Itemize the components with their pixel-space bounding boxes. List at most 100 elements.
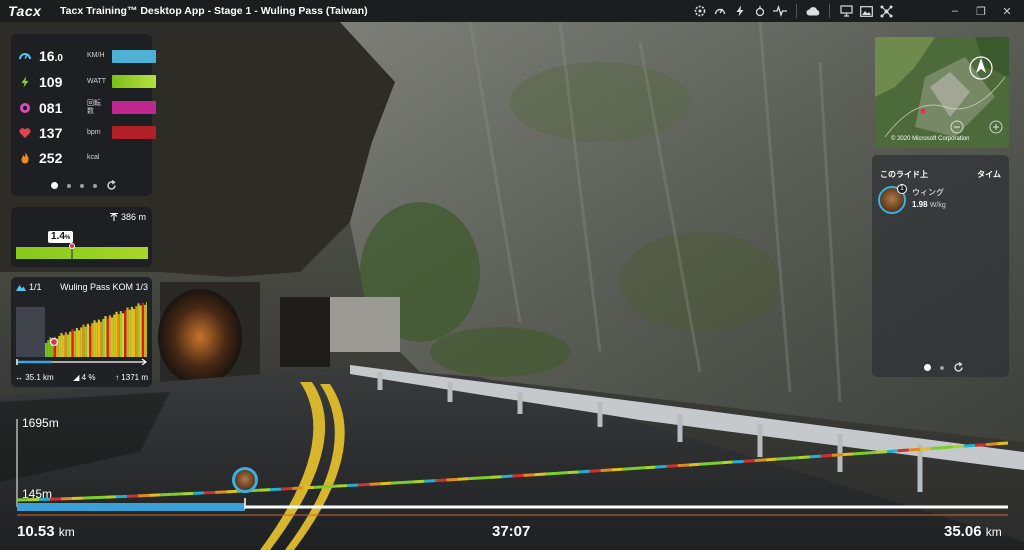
climb-bar bbox=[130, 306, 133, 357]
cadence-value: 081 bbox=[39, 100, 63, 116]
speed-icon bbox=[19, 53, 31, 60]
profile-segment bbox=[380, 481, 392, 486]
climb-bar bbox=[82, 324, 85, 357]
profile-segment bbox=[523, 473, 535, 477]
climb-bar bbox=[97, 319, 100, 357]
minimap[interactable]: © 2020 Microsoft Corporation bbox=[875, 37, 1009, 148]
rider-wkg: 1.98 W/kg bbox=[912, 200, 946, 209]
climb-avg-grade: ◢ 4 % bbox=[73, 373, 96, 382]
climb-bar bbox=[135, 306, 138, 357]
close-button[interactable]: ✕ bbox=[994, 0, 1020, 22]
climb-bar bbox=[62, 335, 65, 357]
profile-segment bbox=[798, 455, 810, 460]
climb-name: Wuling Pass KOM 1/3 bbox=[60, 282, 148, 292]
page-dot-4[interactable] bbox=[93, 183, 97, 188]
page-dot-1[interactable] bbox=[51, 182, 58, 189]
cloud-icon[interactable] bbox=[804, 2, 822, 20]
maximize-button[interactable]: ❐ bbox=[968, 0, 994, 22]
climb-bar bbox=[67, 334, 70, 357]
toolbar-divider bbox=[796, 4, 797, 18]
profile-segment bbox=[754, 458, 766, 463]
profile-segment bbox=[985, 442, 998, 447]
climb-bar bbox=[93, 320, 96, 357]
climb-bar bbox=[122, 313, 125, 357]
leaderboard-title: このライド上 bbox=[880, 170, 928, 179]
profile-segment bbox=[831, 453, 843, 457]
profile-segment bbox=[699, 462, 711, 466]
climb-bar bbox=[137, 303, 140, 357]
page-dot-3[interactable] bbox=[80, 183, 84, 188]
gradient-panel: 386 m 1.4% bbox=[11, 207, 152, 267]
climb-progress-bar bbox=[16, 359, 147, 365]
profile-segment bbox=[446, 477, 458, 482]
profile-segment bbox=[204, 490, 216, 495]
power-icon[interactable] bbox=[731, 2, 749, 20]
sensor-icon[interactable] bbox=[751, 2, 769, 20]
window-title: Tacx Training™ Desktop App - Stage 1 - W… bbox=[60, 5, 368, 17]
profile-segment bbox=[688, 462, 700, 467]
profile-segment bbox=[336, 484, 348, 488]
cycle-pages-icon[interactable] bbox=[953, 362, 964, 373]
profile-segment bbox=[908, 447, 921, 452]
page-dot-2[interactable] bbox=[940, 365, 944, 370]
title-bar: Tacx Tacx Training™ Desktop App - Stage … bbox=[0, 0, 1024, 22]
power-icon bbox=[21, 76, 29, 88]
profile-segment bbox=[314, 485, 326, 489]
profile-segment bbox=[864, 450, 876, 455]
profile-segment bbox=[600, 468, 612, 473]
profile-segment bbox=[182, 491, 194, 496]
toolbar-icons bbox=[690, 0, 896, 22]
page-dot-1[interactable] bbox=[924, 364, 931, 371]
climb-bar bbox=[144, 304, 147, 357]
page-dot-2[interactable] bbox=[67, 183, 71, 188]
profile-segment bbox=[578, 469, 590, 474]
image-icon[interactable] bbox=[857, 2, 875, 20]
elevation-readout: 386 m bbox=[109, 212, 146, 222]
mountain-icon bbox=[16, 284, 26, 291]
calories-value: 252 bbox=[39, 150, 63, 166]
profile-segment bbox=[292, 486, 304, 491]
leaderboard-sort[interactable]: タイム bbox=[977, 169, 1001, 180]
profile-segment bbox=[457, 477, 469, 481]
rider-avatar-marker bbox=[232, 467, 258, 493]
profile-segment bbox=[897, 448, 910, 453]
profile-segment bbox=[325, 484, 337, 489]
profile-segment bbox=[468, 476, 480, 481]
satellite-map-graphic bbox=[875, 37, 1009, 148]
climb-panel: 1/1 Wuling Pass KOM 1/3 ↔ 35.1 km ◢ 4 % … bbox=[11, 277, 152, 387]
climb-bar bbox=[60, 333, 63, 357]
leaderboard-entry[interactable]: 1 ウィング 1.98 W/kg bbox=[878, 184, 1003, 216]
speedometer-icon[interactable] bbox=[711, 2, 729, 20]
climb-bar bbox=[111, 317, 114, 357]
screen-share-icon[interactable] bbox=[837, 2, 855, 20]
window-controls: – ❐ ✕ bbox=[942, 0, 1020, 22]
network-icon[interactable] bbox=[877, 2, 895, 20]
profile-segment bbox=[545, 471, 557, 476]
map-copyright: © 2020 Microsoft Corporation bbox=[891, 136, 970, 142]
climb-bar bbox=[58, 335, 61, 357]
climb-bar bbox=[146, 301, 147, 357]
leaderboard-panel: このライド上 タイム 1 ウィング 1.98 W/kg bbox=[872, 155, 1009, 377]
profile-segment bbox=[677, 463, 689, 468]
stats-page-dots bbox=[51, 180, 117, 191]
profile-segment bbox=[215, 490, 227, 494]
settings-gear-icon[interactable] bbox=[691, 2, 709, 20]
climb-bar bbox=[117, 313, 120, 357]
climb-bar bbox=[95, 322, 98, 357]
gradient-profile-graphic bbox=[16, 237, 148, 259]
profile-segment bbox=[424, 479, 436, 483]
power-bar bbox=[112, 75, 156, 88]
climb-distance: ↔ 35.1 km bbox=[15, 373, 54, 382]
profile-segment bbox=[886, 449, 898, 454]
profile-segment bbox=[303, 485, 315, 490]
heartrate-icon[interactable] bbox=[771, 2, 789, 20]
minimize-button[interactable]: – bbox=[942, 0, 968, 22]
grade-badge: 1.4% bbox=[48, 231, 74, 243]
profile-segment bbox=[556, 471, 568, 475]
cycle-pages-icon[interactable] bbox=[106, 180, 117, 191]
climb-bar bbox=[84, 326, 87, 357]
speed-unit: KM/H bbox=[87, 52, 105, 59]
rider-name: ウィング bbox=[912, 188, 944, 197]
speed-value: 16.0 bbox=[39, 48, 63, 64]
total-distance: 35.06 km bbox=[944, 523, 1002, 540]
